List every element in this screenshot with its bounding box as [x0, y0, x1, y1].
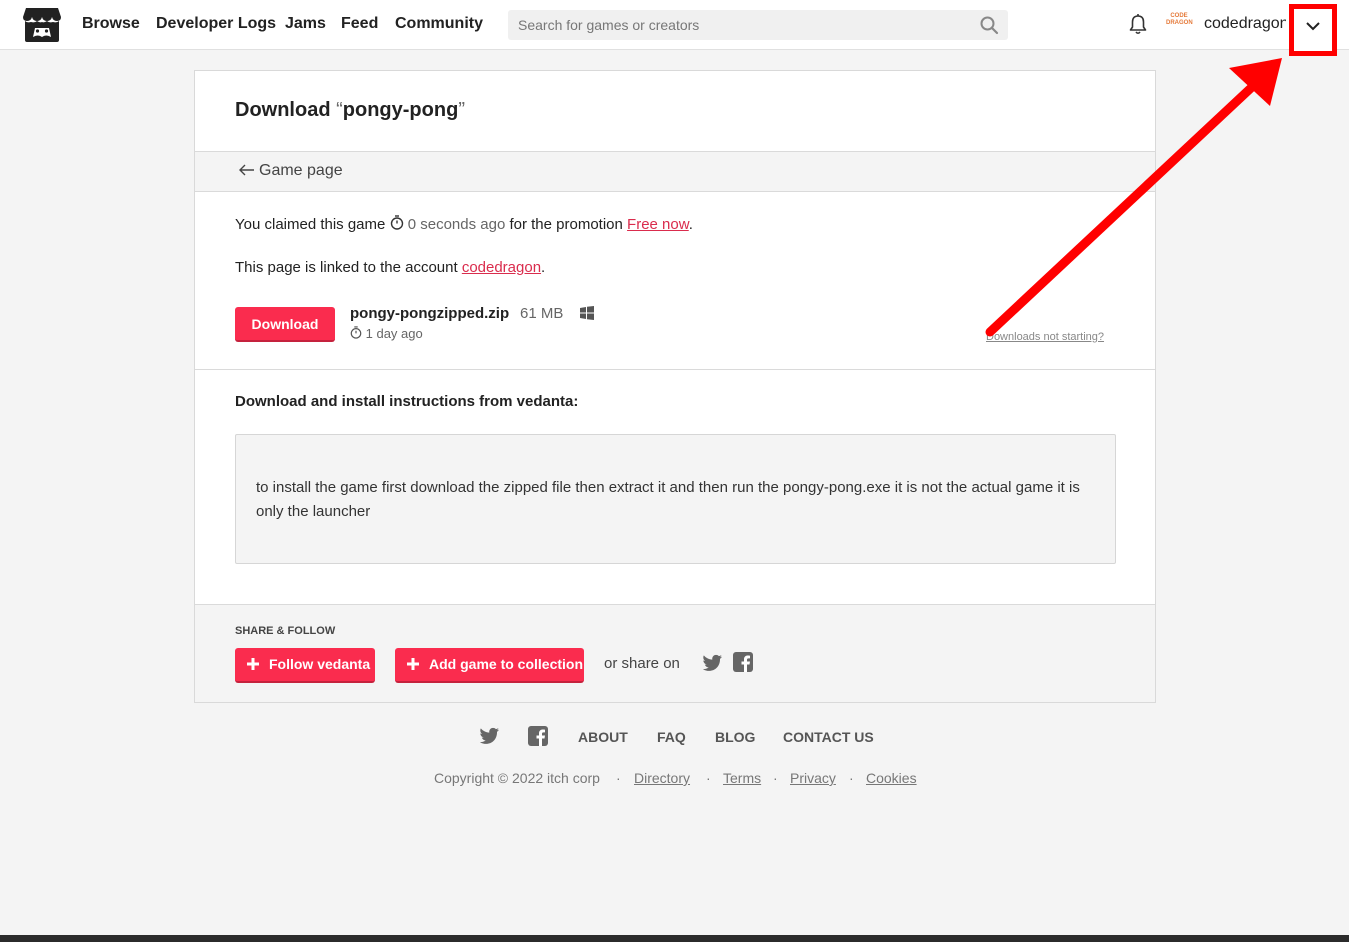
- bell-icon[interactable]: [1128, 13, 1148, 35]
- instructions-text: to install the game first download the z…: [256, 479, 1080, 520]
- file-size: 61 MB: [520, 305, 564, 322]
- game-name: pongy-pong: [342, 99, 459, 121]
- avatar[interactable]: CODE DRAGON: [1166, 13, 1193, 35]
- download-card: Download “pongy-pong” Game page You clai…: [194, 70, 1156, 703]
- share-heading: SHARE & FOLLOW: [235, 625, 336, 637]
- file-date-label: 1 day ago: [365, 326, 423, 341]
- footer-contact-link[interactable]: CONTACT US: [783, 729, 874, 745]
- claim-promo-text: for the promotion: [509, 216, 623, 233]
- separator-dot: ·: [849, 770, 854, 786]
- promotion-link[interactable]: Free now: [627, 216, 689, 233]
- or-share-on-label: or share on: [604, 655, 680, 672]
- game-page-link-label: Game page: [259, 162, 343, 179]
- facebook-icon[interactable]: [733, 652, 753, 672]
- cookies-link[interactable]: Cookies: [866, 770, 917, 786]
- divider: [195, 369, 1155, 370]
- follow-button-label: Follow vedanta: [269, 656, 371, 672]
- claim-text: You claimed this game: [235, 216, 386, 233]
- footer-about-link[interactable]: ABOUT: [578, 729, 628, 745]
- page-title: Download “pongy-pong”: [235, 99, 465, 122]
- nav-feed[interactable]: Feed: [341, 15, 378, 33]
- search-icon[interactable]: [979, 15, 999, 35]
- game-page-link[interactable]: Game page: [239, 162, 343, 180]
- linked-account-message: This page is linked to the account coded…: [235, 259, 545, 276]
- plus-icon: [247, 658, 259, 670]
- file-name: pongy-pongzipped.zip: [350, 305, 510, 322]
- bottom-strip: [0, 935, 1349, 942]
- arrow-left-icon: [239, 164, 254, 176]
- copyright: Copyright © 2022 itch corp: [434, 770, 600, 786]
- download-button[interactable]: Download: [235, 307, 335, 342]
- nav-jams[interactable]: Jams: [285, 15, 326, 33]
- windows-icon: [580, 306, 594, 320]
- open-quote: “: [336, 99, 343, 121]
- top-navigation-bar: Browse Developer Logs Jams Feed Communit…: [0, 0, 1349, 56]
- follow-button[interactable]: Follow vedanta: [235, 648, 375, 683]
- twitter-icon[interactable]: [702, 654, 722, 672]
- instructions-heading: Download and install instructions from v…: [235, 393, 579, 410]
- card-nav-strip: Game page: [195, 151, 1155, 192]
- clock-icon: [350, 326, 362, 339]
- account-link[interactable]: codedragon: [462, 259, 541, 276]
- user-menu-dropdown-button[interactable]: [1289, 4, 1337, 56]
- downloads-not-starting-link[interactable]: Downloads not starting?: [986, 331, 1104, 343]
- separator-dot: ·: [706, 770, 711, 786]
- itch-logo-icon[interactable]: [22, 6, 62, 44]
- instructions-box: to install the game first download the z…: [235, 434, 1116, 564]
- title-prefix: Download: [235, 99, 337, 121]
- file-date: 1 day ago: [350, 326, 423, 341]
- separator-dot: ·: [616, 770, 621, 786]
- nav-developer-logs[interactable]: Developer Logs: [156, 15, 276, 33]
- nav-community[interactable]: Community: [395, 15, 483, 33]
- plus-icon: [407, 658, 419, 670]
- terms-link[interactable]: Terms: [723, 770, 761, 786]
- claim-period: .: [688, 216, 693, 233]
- footer-blog-link[interactable]: BLOG: [715, 729, 755, 745]
- username[interactable]: codedragon: [1204, 15, 1286, 33]
- privacy-link[interactable]: Privacy: [790, 770, 836, 786]
- separator-dot: ·: [773, 770, 778, 786]
- add-to-collection-button[interactable]: Add game to collection: [395, 648, 584, 683]
- footer-faq-link[interactable]: FAQ: [657, 729, 686, 745]
- search-bar: [508, 10, 1008, 40]
- share-follow-section: SHARE & FOLLOW Follow vedanta Add game t…: [195, 604, 1155, 702]
- clock-icon: [390, 215, 403, 230]
- search-input[interactable]: [508, 10, 978, 40]
- collection-button-label: Add game to collection: [429, 656, 584, 672]
- linked-text: This page is linked to the account: [235, 259, 458, 276]
- footer-twitter-icon[interactable]: [479, 727, 499, 745]
- nav-browse[interactable]: Browse: [82, 15, 140, 33]
- footer-facebook-icon[interactable]: [528, 726, 548, 746]
- directory-link[interactable]: Directory: [634, 770, 690, 786]
- chevron-down-icon: [1306, 22, 1320, 31]
- close-quote: ”: [458, 99, 465, 121]
- claim-message: You claimed this game 0 seconds ago for …: [235, 215, 693, 233]
- linked-period: .: [541, 259, 546, 276]
- claim-time: 0 seconds ago: [407, 216, 506, 233]
